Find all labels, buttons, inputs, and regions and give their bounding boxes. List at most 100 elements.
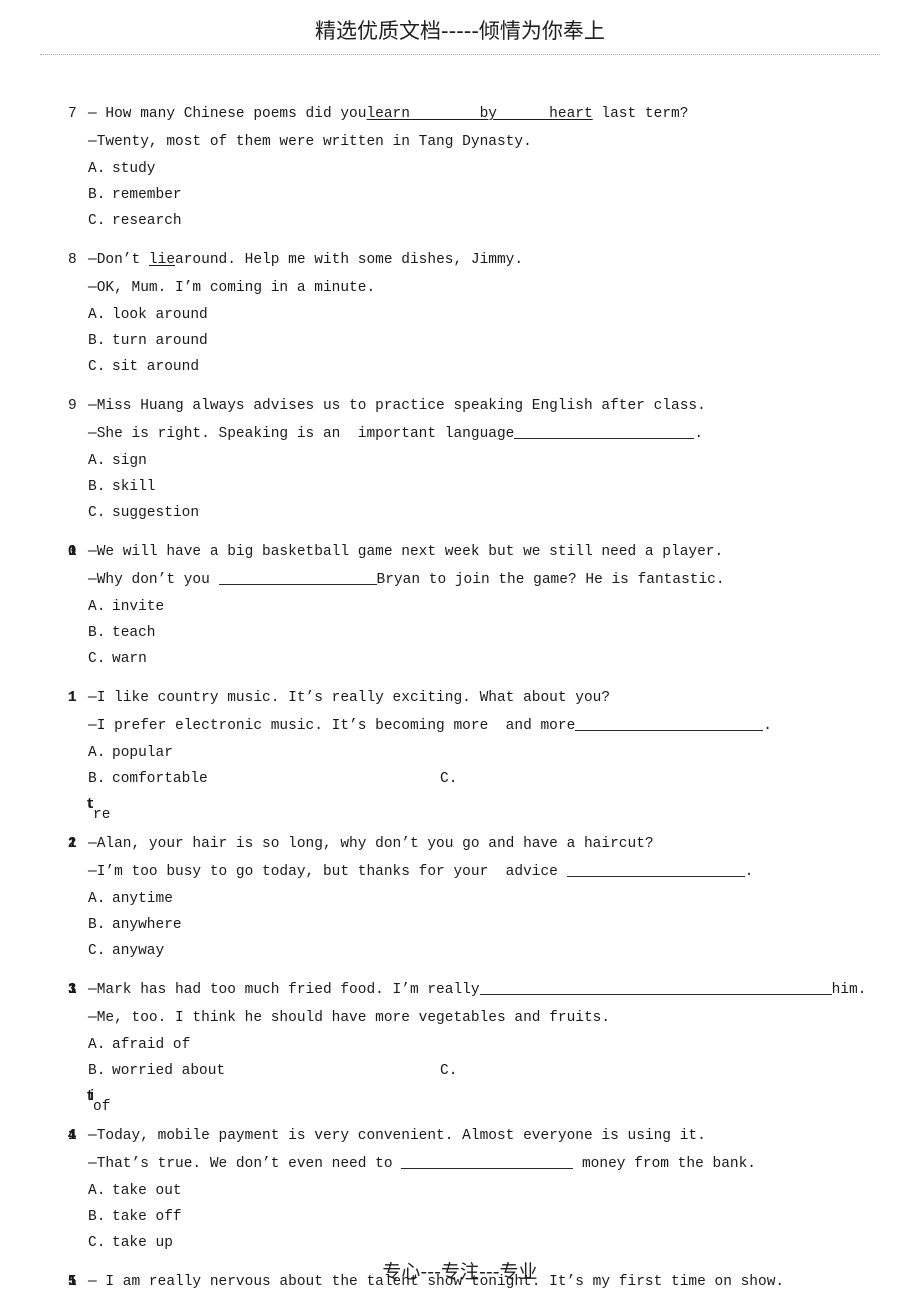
option-row[interactable]: B. remember	[0, 182, 920, 208]
answer-blank[interactable]	[575, 715, 764, 731]
option-text: anywhere	[112, 917, 182, 933]
option-row[interactable]: B. take off	[0, 1204, 920, 1230]
answer-blank[interactable]	[401, 1153, 574, 1169]
reply-pre-text: —Why don’t you	[88, 572, 219, 588]
option-label: C.	[88, 651, 106, 667]
option-row[interactable]: C. research	[0, 208, 920, 234]
option-row[interactable]: A. afraid of	[0, 1032, 920, 1058]
question-prompt-text: —We will have a big basketball game next…	[88, 538, 723, 566]
option-label: A.	[88, 1037, 106, 1053]
option-label: B.	[88, 1063, 106, 1079]
question-prompt-text: —Alan, your hair is so long, why don’t y…	[88, 830, 654, 858]
reply-pre-text: —Me, too. I think he should have more ve…	[88, 1010, 611, 1026]
option-row[interactable]: C. take up	[0, 1230, 920, 1256]
reply-post-text: Bryan to join the game? He is fantastic.	[376, 572, 725, 588]
question-prompt-text: —Don’t liearound. Help me with some dish…	[88, 246, 523, 274]
answer-blank[interactable]	[218, 569, 377, 585]
option-row[interactable]: B. teach	[0, 620, 920, 646]
option-label: C.	[88, 505, 106, 521]
option-text: sign	[112, 453, 147, 469]
question-number: 13	[68, 976, 77, 1004]
option-row[interactable]: C. sit around	[0, 354, 920, 380]
option-label: B.	[88, 187, 106, 203]
option-row[interactable]: C. warn	[0, 646, 920, 672]
question-number: 10	[68, 538, 77, 566]
reply-post-text: .	[744, 864, 754, 880]
answer-blank[interactable]	[479, 979, 832, 995]
option-label: A.	[88, 745, 106, 761]
question-reply-line: —OK, Mum. I’m coming in a minute.	[0, 274, 920, 302]
option-label: B.	[88, 479, 106, 495]
option-label: B.	[88, 333, 106, 349]
question-reply-line: —That’s true. We don’t even need to mone…	[0, 1150, 920, 1178]
option-text: teach	[112, 625, 156, 641]
option-row[interactable]: A. take out	[0, 1178, 920, 1204]
reply-pre-text: —I prefer electronic music. It’s becomin…	[88, 718, 576, 734]
option-row[interactable]: A. study	[0, 156, 920, 182]
answer-blank[interactable]	[514, 423, 695, 439]
option-row[interactable]: A. anytime	[0, 886, 920, 912]
option-row[interactable]: A. look around	[0, 302, 920, 328]
question-number: 8	[68, 252, 77, 268]
option-row[interactable]: B. skill	[0, 474, 920, 500]
option-label-trailing: C.	[440, 771, 458, 787]
option-label: A.	[88, 453, 106, 469]
option-row[interactable]: B. turn around	[0, 328, 920, 354]
question-prompt-text: —I like country music. It’s really excit…	[88, 684, 610, 712]
question-number: 12	[68, 830, 77, 858]
reply-post-text: .	[763, 718, 772, 734]
option-text: comfortable	[112, 771, 208, 787]
reply-pre-text: —Twenty, most of them were written in Ta…	[88, 134, 532, 150]
option-row[interactable]: A. sign	[0, 448, 920, 474]
question-reply-text: —I’m too busy to go today, but thanks fo…	[88, 858, 753, 886]
page-header: 精选优质文档-----倾情为你奉上	[0, 18, 920, 44]
question-block: 9 —Miss Huang always advises us to practi…	[0, 392, 920, 526]
option-row[interactable]: C. suggestion	[0, 500, 920, 526]
clipped-glyph: tired	[86, 1089, 93, 1105]
option-label: B.	[88, 1209, 106, 1225]
question-reply-text: —Twenty, most of them were written in Ta…	[88, 128, 532, 156]
question-reply-line: —Me, too. I think he should have more ve…	[0, 1004, 920, 1032]
option-text: suggestion	[112, 505, 200, 521]
prompt-underlined-answer: learn by heart	[366, 106, 593, 122]
prompt-pre-text: —I like country music. It’s really excit…	[88, 690, 611, 706]
option-text: warn	[112, 651, 147, 667]
option-text: skill	[112, 479, 156, 495]
answer-blank[interactable]	[566, 861, 745, 877]
option-row[interactable]: A. popular	[0, 740, 920, 766]
option-label: B.	[88, 625, 106, 641]
option-label: A.	[88, 1183, 106, 1199]
option-label: B.	[88, 917, 106, 933]
option-row[interactable]: A. invite	[0, 594, 920, 620]
option-row[interactable]: B. worried about C.	[0, 1058, 920, 1084]
prompt-pre-text: —We will have a big basketball game next…	[88, 544, 724, 560]
question-block: 10 —We will have a big basketball game ne…	[0, 538, 920, 672]
reply-pre-text: —That’s true. We don’t even need to	[88, 1156, 402, 1172]
option-row[interactable]: B. comfortable C.	[0, 766, 920, 792]
question-prompt-line: 9 —Miss Huang always advises us to practi…	[0, 392, 920, 420]
option-text: take up	[112, 1235, 173, 1251]
option-text: worried about	[112, 1063, 226, 1079]
question-reply-text: —She is right. Speaking is an important …	[88, 420, 703, 448]
option-label: C.	[88, 359, 106, 375]
prompt-post-text: around. Help me with some dishes, Jimmy.	[175, 252, 524, 268]
question-reply-line: —Why don’t you Bryan to join the game? H…	[0, 566, 920, 594]
question-block: 8 —Don’t liearound. Help me with some dis…	[0, 246, 920, 380]
question-prompt-line: 13 —Mark has had too much fried food. I’m…	[0, 976, 920, 1004]
question-block: 11 —I like country music. It’s really exc…	[0, 684, 920, 823]
reply-pre-text: —OK, Mum. I’m coming in a minute.	[88, 280, 376, 296]
option-label-trailing: C.	[440, 1063, 458, 1079]
prompt-pre-text: —Today, mobile payment is very convenien…	[88, 1128, 706, 1144]
question-prompt-line: 7 — How many Chinese poems did youlearn b…	[0, 100, 920, 128]
option-label: B.	[88, 771, 106, 787]
option-row-overflow[interactable]: ture	[0, 792, 920, 823]
option-label: C.	[88, 943, 106, 959]
prompt-pre-text: —Don’t	[88, 252, 149, 268]
option-row[interactable]: B. anywhere	[0, 912, 920, 938]
option-row-overflow[interactable]: tiredof	[0, 1084, 920, 1115]
footer-slogan-text: 专心---专注---专业	[382, 1261, 538, 1283]
option-text: take out	[112, 1183, 182, 1199]
option-text: look around	[112, 307, 208, 323]
option-row[interactable]: C. anyway	[0, 938, 920, 964]
option-label: A.	[88, 161, 106, 177]
